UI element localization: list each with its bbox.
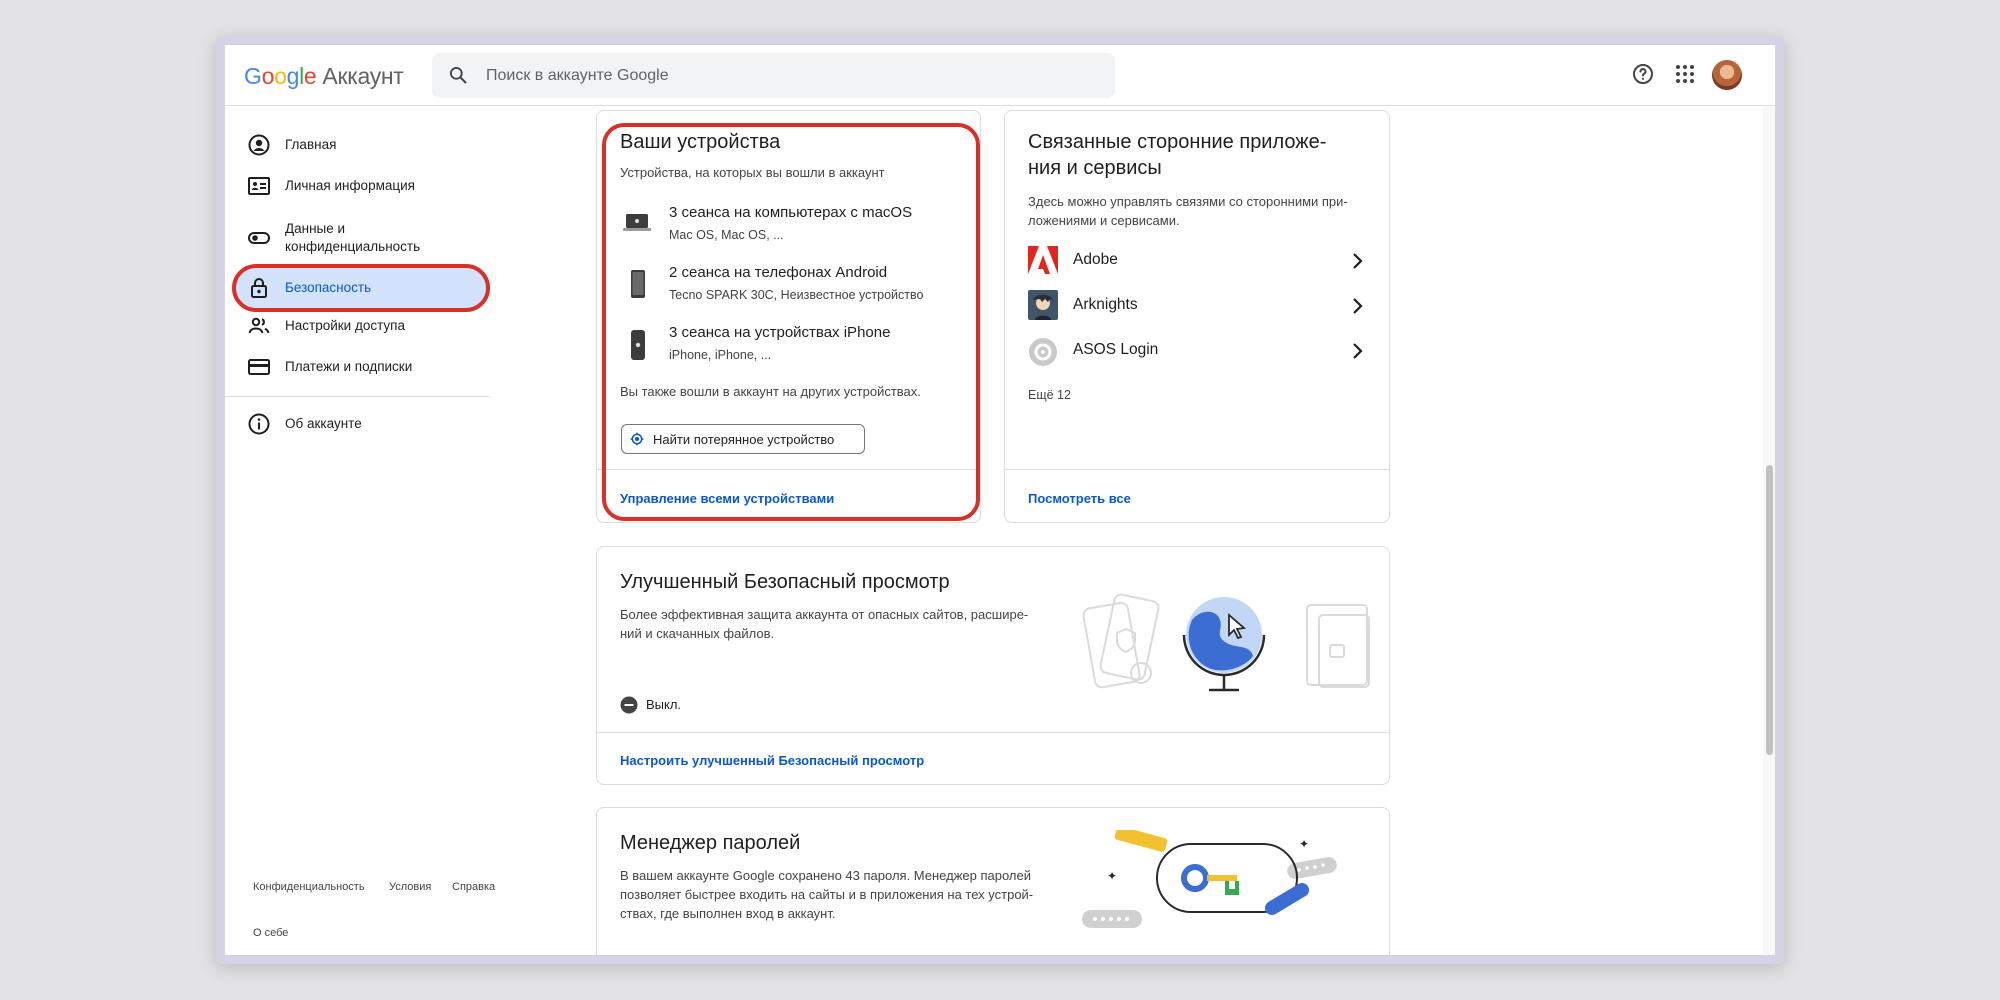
sidebar-item-security[interactable]: Безопасность [232,264,490,312]
logo-letter: o [261,63,275,89]
card-subtitle: Устройства, на которых вы вошли в аккаун… [620,165,885,180]
chevron-right-icon [1353,343,1363,359]
sidebar-item-data-privacy[interactable]: Данные и конфиденциальность [225,215,485,261]
home-user-icon [248,134,270,156]
safe-browsing-status: Выкл. [646,697,682,712]
off-status-icon [620,696,638,714]
card-title: Менеджер паролей [620,832,801,854]
card-title-line: ния и сервисы [1028,157,1162,179]
card-icon [248,359,270,375]
card-title: Ваши устройства [620,131,781,153]
device-title: 3 сеанса на компьютерах с macOS [669,204,913,221]
android-phone-icon [631,270,645,298]
card-desc-line: ствах, где выполнен вход в аккаунт. [620,906,836,921]
device-sub: Mac OS, Mac OS, ... [669,228,784,242]
find-device-label: Найти потерянное устройство [653,432,835,447]
card-title-line: Связанные сторонние приложе- [1028,131,1327,153]
top-bar: Google Аккаунт [225,45,1775,106]
sidebar-item-about[interactable]: Об аккаунте [225,404,485,444]
card-desc-line: В вашем аккаунте Google сохранено 43 пар… [620,868,1032,883]
svg-text:✦: ✦ [1299,837,1309,851]
search-box[interactable] [432,53,1115,98]
logo-letter: g [286,63,300,89]
people-icon [248,317,270,334]
svg-text:✦: ✦ [1107,869,1117,883]
terms-link[interactable]: Условия [389,881,431,893]
card-desc-line: Здесь можно управлять связями со сторонн… [1028,194,1348,209]
device-sub: iPhone, iPhone, ... [669,348,772,362]
sidebar-divider [225,396,490,397]
location-icon [630,432,644,446]
sidebar-item-label: Главная [285,137,337,152]
other-devices-note: Вы также вошли в аккаунт на других устро… [620,384,921,399]
chevron-right-icon [1353,298,1363,314]
help-link[interactable]: Справка [452,881,495,893]
configure-safe-browsing-link[interactable]: Настроить улучшенный Безопасный просмотр [620,753,924,768]
card-desc-line: позволяет быстрее входить на сайты и в п… [620,887,1034,902]
sidebar-item-label: Безопасность [285,280,372,295]
card-divider [597,469,980,470]
sidebar-item-label: Данные и конфиденциальность [285,221,421,254]
chevron-right-icon [1353,253,1363,269]
iphone-icon [631,330,645,360]
third-party-apps-card: Связанные сторонние приложе- ния и серви… [1004,110,1390,523]
scrollbar-thumb[interactable] [1766,465,1773,755]
search-input[interactable] [486,53,1086,98]
card-divider [1005,469,1389,470]
more-apps-link[interactable]: Ещё 12 [1028,388,1071,402]
search-icon [450,67,467,84]
google-account-logo[interactable]: Google Аккаунт [244,63,404,90]
devices-card: Ваши устройства Устройства, на которых в… [596,110,981,523]
card-title: Улучшенный Безопасный просмотр [620,571,950,593]
sidebar-item-home[interactable]: Главная [225,125,485,165]
card-desc-line: ложениями и сервисами. [1028,213,1180,228]
adobe-icon [1028,246,1058,274]
laptop-icon [623,214,651,231]
id-card-icon [248,177,270,195]
view-all-apps-link[interactable]: Посмотреть все [1028,491,1131,506]
app-name: Adobe [1073,251,1118,268]
manage-devices-link[interactable]: Управление всеми устройствами [620,491,834,506]
privacy-link[interactable]: Конфиденциальность [253,881,365,893]
card-desc-line: Более эффективная защита аккаунта от опа… [620,607,1029,622]
app-name: Arknights [1073,296,1138,313]
logo-letter: G [244,63,262,89]
toggle-icon [248,232,270,244]
find-device-button[interactable]: Найти потерянное устройство [621,424,865,454]
device-title: 2 сеанса на телефонах Android [669,264,888,281]
info-icon [248,413,270,435]
logo-letter: o [274,63,287,89]
sidebar-item-label: Настройки доступа [285,318,405,333]
card-desc-line: ний и скачанных файлов. [620,626,775,641]
password-manager-card: Менеджер паролей В вашем аккаунте Google… [596,807,1390,955]
card-divider [597,732,1389,733]
app-name: ASOS Login [1073,341,1159,358]
arknights-icon [1028,290,1058,320]
about-link[interactable]: О себе [253,927,288,939]
logo-suffix: Аккаунт [322,63,404,89]
device-sub: Tecno SPARK 30C, Неизвестное устройство [669,288,924,302]
avatar[interactable] [1712,60,1742,90]
safe-browsing-illustration [1082,593,1370,692]
logo-letter: e [303,63,317,89]
sidebar-item-label: Об аккаунте [285,416,362,431]
asos-icon [1029,338,1057,366]
sidebar-item-personal-info[interactable]: Личная информация [225,166,485,206]
safe-browsing-card: Улучшенный Безопасный просмотр Более эфф… [596,546,1390,785]
apps-grid-icon[interactable] [1673,62,1697,86]
password-manager-illustration: ✦ ✦ [1082,830,1337,928]
sidebar-item-payments[interactable]: Платежи и подписки [225,347,485,387]
lock-icon [251,278,267,298]
sidebar-item-label: Личная информация [285,178,415,193]
help-icon[interactable] [1631,62,1655,86]
device-title: 3 сеанса на устройствах iPhone [669,324,891,341]
sidebar-item-label: Платежи и подписки [285,359,413,374]
account-page: GoogleАккаунт Главная Личная информация … [225,45,1775,955]
sidebar-item-sharing[interactable]: Настройки доступа [225,306,485,346]
